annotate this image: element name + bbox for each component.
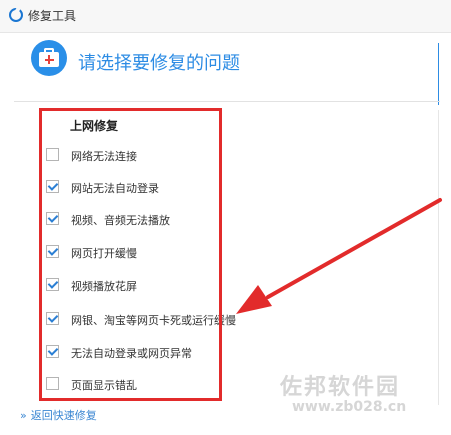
back-link-label: 返回快速修复 [30, 409, 97, 422]
watermark-text: 佐邦软件园 [280, 375, 401, 400]
double-chevron-right-icon: » [20, 409, 27, 422]
watermark: 佐邦软件园 www.zb028.cn [280, 369, 445, 429]
watermark-url: www.zb028.cn [292, 399, 407, 415]
back-to-quick-repair-link[interactable]: » 返回快速修复 [20, 407, 97, 423]
